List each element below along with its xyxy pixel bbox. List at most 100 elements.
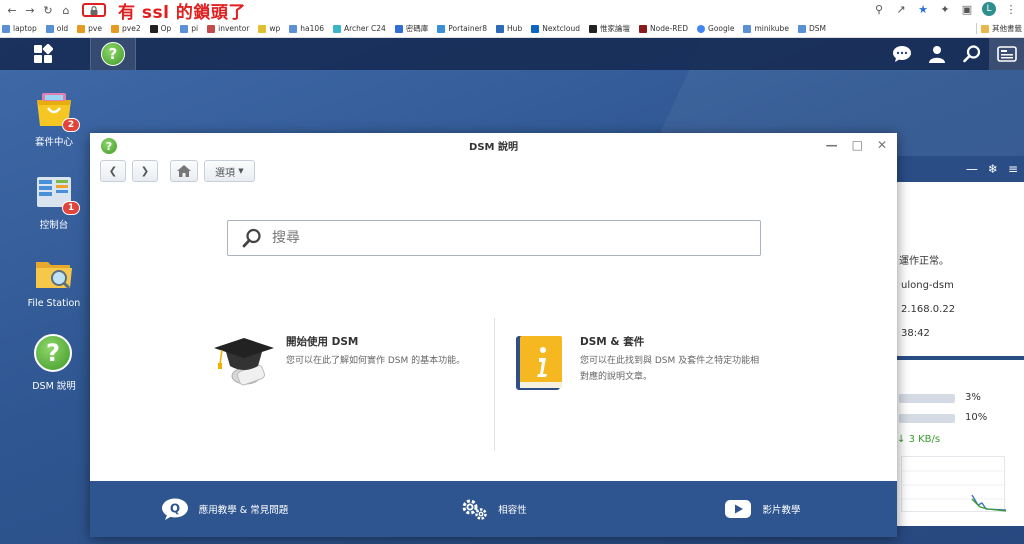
chevron-left-icon: ❮ — [108, 165, 118, 177]
home-icon — [177, 165, 191, 177]
bookmark-item[interactable]: Nextcloud — [531, 24, 580, 33]
network-chart — [901, 456, 1007, 512]
card-divider — [494, 318, 495, 451]
desktop-icon-label: 套件中心 — [34, 137, 73, 148]
uptime-value: 38:42 — [901, 328, 930, 339]
widgets-button[interactable] — [989, 38, 1024, 70]
bookmark-icon — [77, 24, 86, 33]
profile-avatar[interactable]: L — [982, 2, 996, 16]
taskbar-dsm-help-button[interactable]: ? — [90, 38, 136, 70]
svg-text:Q: Q — [170, 502, 180, 516]
home-button[interactable] — [170, 160, 198, 182]
bookmark-item[interactable]: 密碼庫 — [394, 23, 428, 34]
desktop-icon-file-station[interactable]: File Station — [9, 254, 99, 309]
bookmarks-bar: laptop old pve pve2 Op pi inventor wp ha… — [0, 20, 1024, 38]
user-icon — [928, 46, 945, 63]
bookmark-item[interactable]: wp — [258, 24, 280, 33]
share-icon[interactable]: ↗ — [894, 2, 908, 16]
user-options-button[interactable] — [919, 38, 954, 70]
system-status-text: 運作正常。 — [899, 256, 949, 267]
forward-button[interactable]: ❯ — [132, 160, 158, 182]
card-description: 您可以在此找到與 DSM 及套件之特定功能相 對應的說明文章。 — [580, 356, 760, 382]
bookmark-star-icon[interactable]: ★ — [916, 2, 930, 16]
zoom-icon[interactable]: ⚲ — [872, 2, 886, 16]
bookmark-icon — [207, 24, 216, 33]
bookmark-item[interactable]: minikube — [743, 24, 789, 33]
maximize-button[interactable]: □ — [852, 138, 863, 152]
help-search-box[interactable] — [227, 220, 761, 256]
gears-icon — [462, 499, 487, 520]
desktop-icon-control-panel[interactable]: 1 控制台 — [9, 173, 99, 231]
network-chart-lines — [902, 470, 1007, 512]
minimize-button[interactable]: — — [826, 138, 838, 152]
main-menu-icon — [34, 44, 53, 63]
folder-icon — [981, 24, 989, 33]
bookmark-item[interactable]: Portainer8 — [437, 24, 487, 33]
notification-badge: 1 — [62, 201, 80, 215]
bookmark-icon — [2, 24, 10, 33]
ssl-lock-highlight[interactable] — [82, 3, 106, 17]
card-description: 您可以在此了解如何實作 DSM 的基本功能。 — [286, 356, 466, 366]
main-menu-button[interactable] — [20, 38, 66, 70]
minimize-icon[interactable]: — — [966, 162, 978, 176]
lock-icon — [90, 5, 98, 15]
bookmark-icon — [45, 24, 54, 33]
options-dropdown[interactable]: 選項 ▼ — [204, 160, 255, 182]
bookmark-icon — [180, 24, 189, 33]
bookmark-item[interactable]: Google — [697, 24, 734, 33]
folder-search-icon — [34, 254, 74, 294]
compatibility-link[interactable]: 相容性 — [359, 481, 628, 537]
cpu-usage-value: 3% — [965, 392, 981, 403]
bookmark-item[interactable]: pi — [180, 24, 198, 33]
bookmark-icon — [797, 24, 806, 33]
getting-started-card[interactable]: 開始使用 DSM 您可以在此了解如何實作 DSM 的基本功能。 — [212, 334, 465, 392]
bookmark-item[interactable]: ha106 — [289, 24, 324, 33]
notifications-button[interactable] — [884, 38, 919, 70]
bookmark-icon — [289, 24, 298, 33]
menu-icon[interactable]: ⋮ — [1004, 2, 1018, 16]
window-titlebar: ? DSM 說明 — □ ✕ — [90, 133, 897, 158]
forward-icon[interactable]: → — [22, 2, 38, 18]
desktop-icon-label: DSM 說明 — [32, 381, 76, 392]
bookmark-item[interactable]: pve2 — [111, 24, 141, 33]
bookmark-item[interactable]: pve — [77, 24, 102, 33]
home-icon[interactable]: ⌂ — [58, 2, 74, 18]
ip-address-value: 2.168.0.22 — [901, 304, 956, 315]
chevron-right-icon: ❯ — [140, 165, 150, 177]
help-icon: ? — [34, 334, 74, 374]
video-tutorials-link[interactable]: 影片教學 — [628, 481, 897, 537]
bookmark-icon — [258, 24, 267, 33]
card-title: DSM & 套件 — [580, 336, 645, 348]
bookmark-item[interactable]: old — [45, 24, 68, 33]
desktop-icon-dsm-help[interactable]: ? DSM 說明 — [9, 334, 99, 392]
bookmark-item[interactable]: Op — [149, 24, 171, 33]
bookmark-item[interactable]: Node-RED — [639, 24, 688, 33]
help-icon: ? — [101, 42, 125, 66]
ram-usage-bar — [899, 414, 955, 423]
bookmark-item[interactable]: DSM — [797, 24, 826, 33]
bookmark-item[interactable]: laptop — [2, 24, 37, 33]
back-button[interactable]: ❮ — [100, 160, 126, 182]
back-icon[interactable]: ← — [4, 2, 20, 18]
dsm-packages-card[interactable]: DSM & 套件 您可以在此找到與 DSM 及套件之特定功能相 對應的說明文章。 — [514, 334, 759, 392]
faq-link[interactable]: Q 應用教學 & 常見問題 — [90, 481, 359, 537]
sidebar-icon[interactable]: ▣ — [960, 2, 974, 16]
help-search-input[interactable] — [272, 230, 742, 246]
bookmark-item[interactable]: 惟家論壇 — [589, 23, 630, 34]
close-button[interactable]: ✕ — [877, 138, 887, 152]
search-button[interactable] — [954, 38, 989, 70]
bookmark-item[interactable]: Archer C24 — [332, 24, 386, 33]
bookmark-icon — [149, 24, 158, 33]
widgets-icon — [996, 46, 1017, 62]
desktop-icon-package-center[interactable]: 2 套件中心 — [9, 90, 99, 148]
package-center-icon: 2 — [34, 90, 80, 132]
play-video-icon — [725, 500, 752, 518]
other-bookmarks[interactable]: 其他書籤 — [976, 23, 1022, 34]
pin-icon[interactable]: ❄ — [988, 162, 998, 176]
bookmark-item[interactable]: inventor — [207, 24, 249, 33]
bookmark-icon — [743, 24, 752, 33]
extensions-icon[interactable]: ✦ — [938, 2, 952, 16]
widget-settings-icon[interactable]: ≡ — [1008, 162, 1018, 176]
reload-icon[interactable]: ↻ — [40, 2, 56, 18]
bookmark-item[interactable]: Hub — [496, 24, 522, 33]
